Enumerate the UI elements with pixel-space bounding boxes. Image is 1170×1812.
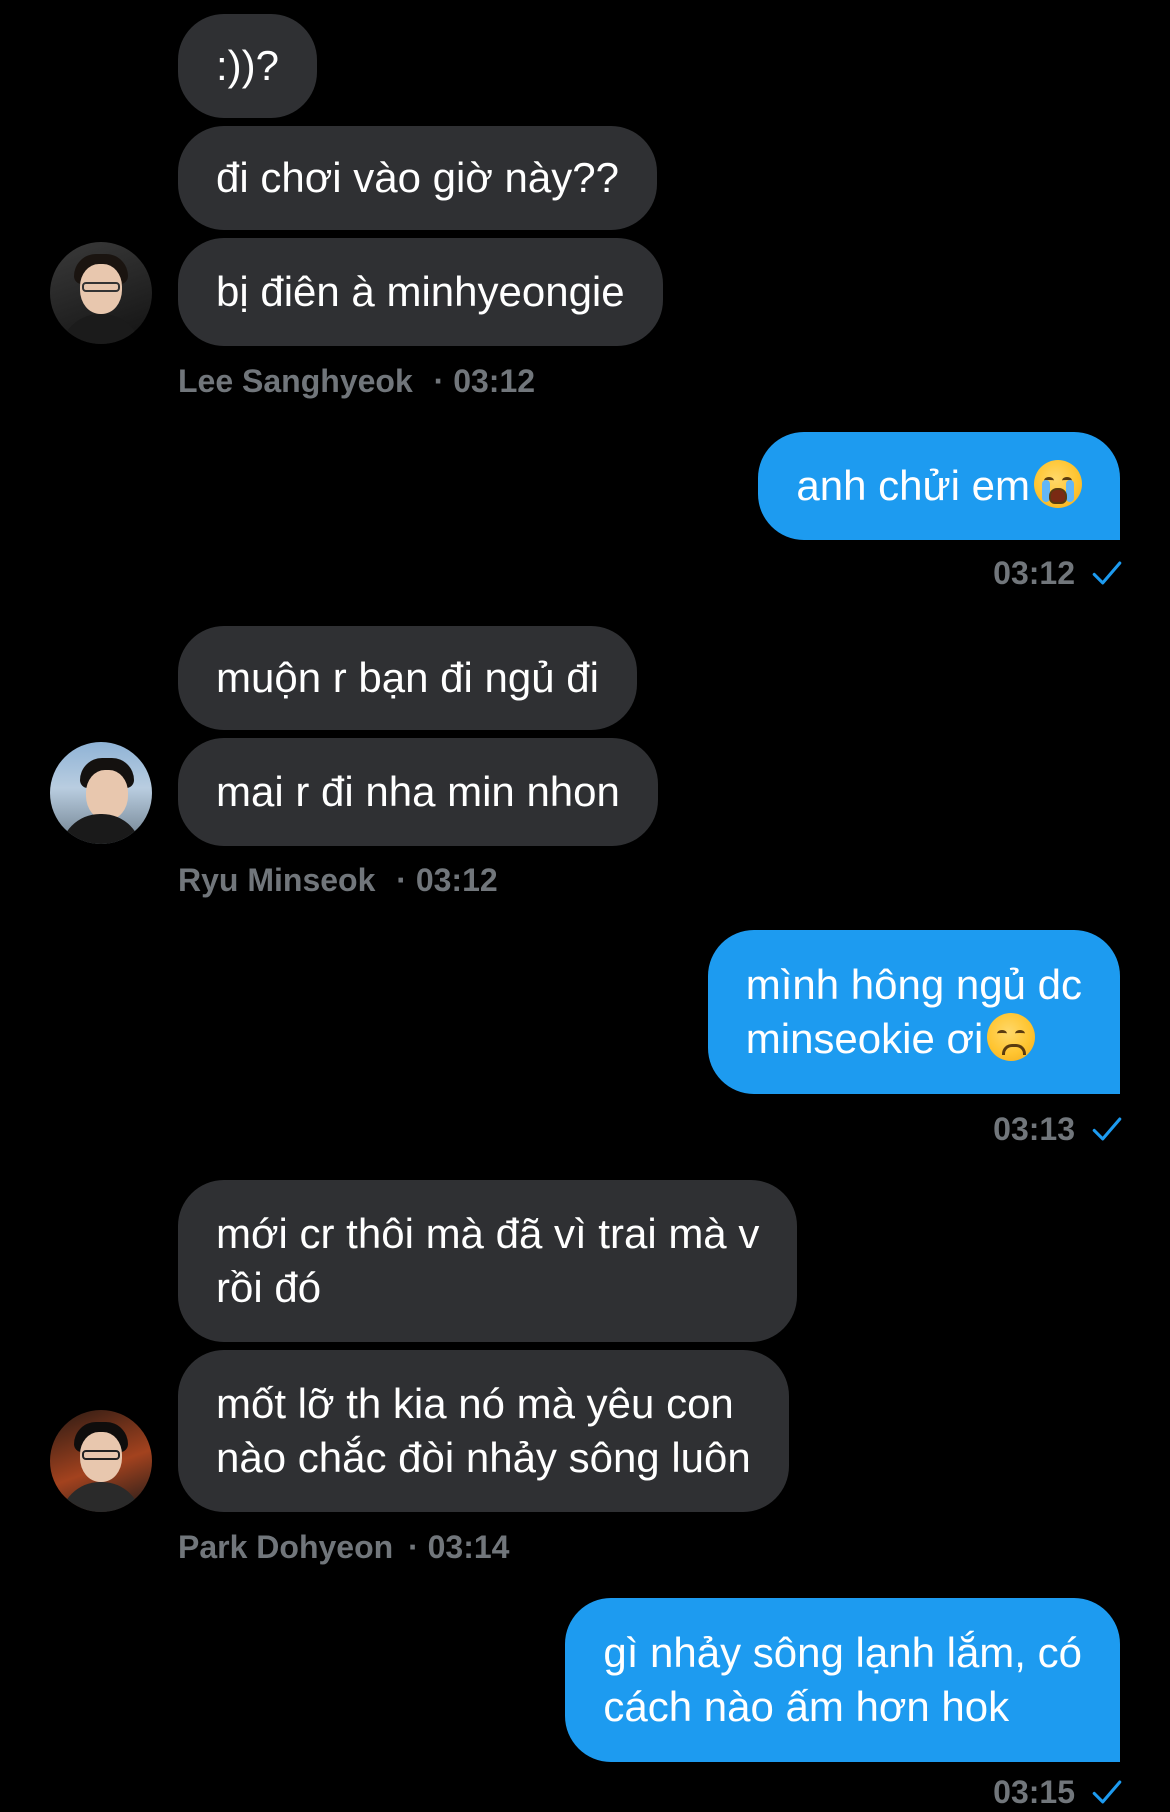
incoming-message[interactable]: mới cr thôi mà đã vì trai mà v rồi đó	[178, 1180, 798, 1342]
message-text: mai r đi nha min nhon	[216, 768, 620, 815]
message-text: :))?	[216, 42, 279, 89]
message-text: muộn r bạn đi ngủ đi	[216, 654, 599, 701]
incoming-message[interactable]: đi chơi vào giờ này??	[178, 126, 657, 230]
read-check-icon	[1092, 1117, 1122, 1141]
message-text-line-2: rồi đó	[216, 1264, 322, 1311]
message-meta: Lee Sanghyeok · 03:12	[178, 361, 535, 401]
message-line: anh chửi em	[796, 459, 1082, 513]
message-text: bị điên à minhyeongie	[216, 268, 625, 315]
message-line: minseokie ơi	[746, 1012, 1082, 1066]
meta-separator: ·	[396, 862, 407, 898]
message-text-line-1: mới cr thôi mà đã vì trai mà v	[216, 1210, 760, 1257]
message-time: 03:12	[993, 555, 1075, 591]
message-text: anh chửi em	[796, 462, 1030, 509]
incoming-message[interactable]: mai r đi nha min nhon	[178, 738, 658, 846]
message-text: đi chơi vào giờ này??	[216, 154, 619, 201]
message-text-line-1: mình hông ngủ dc	[745, 961, 1082, 1008]
meta-separator: ·	[408, 1529, 419, 1565]
message-time: 03:12	[453, 363, 536, 399]
message-text-line-1: gì nhảy sông lạnh lắm, có	[603, 1629, 1082, 1676]
message-text-line-2: minseokie ơi	[745, 1015, 984, 1062]
message-meta: Park Dohyeon · 03:14	[178, 1527, 509, 1567]
avatar-lee-sanghyeok[interactable]	[50, 242, 152, 344]
disappointed-face-icon	[987, 1013, 1036, 1061]
meta-separator: ·	[433, 363, 445, 399]
message-time: 03:12	[415, 862, 498, 898]
sender-name: Lee Sanghyeok	[178, 363, 413, 399]
message-text-line-2: nào chắc đòi nhảy sông luôn	[216, 1434, 751, 1481]
sender-name: Park Dohyeon	[178, 1529, 394, 1565]
message-text-line-2: cách nào ấm hơn hok	[603, 1683, 1010, 1730]
message-time: 03:14	[427, 1529, 510, 1565]
read-check-icon	[1092, 1780, 1122, 1804]
message-time: 03:13	[993, 1111, 1075, 1147]
avatar-park-dohyeon[interactable]	[50, 1410, 152, 1512]
avatar-ryu-minseok[interactable]	[50, 742, 152, 844]
outgoing-message[interactable]: mình hông ngủ dc minseokie ơi	[707, 930, 1120, 1094]
loudly-crying-face-icon	[1034, 460, 1082, 508]
incoming-message[interactable]: mốt lỡ th kia nó mà yêu con nào chắc đòi…	[178, 1350, 789, 1512]
incoming-message[interactable]: bị điên à minhyeongie	[178, 238, 663, 346]
outgoing-message[interactable]: anh chửi em	[758, 432, 1120, 540]
read-check-icon	[1092, 561, 1122, 585]
message-text-line-1: mốt lỡ th kia nó mà yêu con	[216, 1380, 734, 1427]
outgoing-message[interactable]: gì nhảy sông lạnh lắm, có cách nào ấm hơ…	[565, 1598, 1120, 1762]
message-meta: Ryu Minseok · 03:12	[178, 860, 498, 900]
message-time: 03:15	[993, 1774, 1075, 1810]
sender-name: Ryu Minseok	[178, 862, 376, 898]
incoming-message[interactable]: muộn r bạn đi ngủ đi	[178, 626, 637, 730]
incoming-message[interactable]: :))?	[178, 14, 317, 118]
